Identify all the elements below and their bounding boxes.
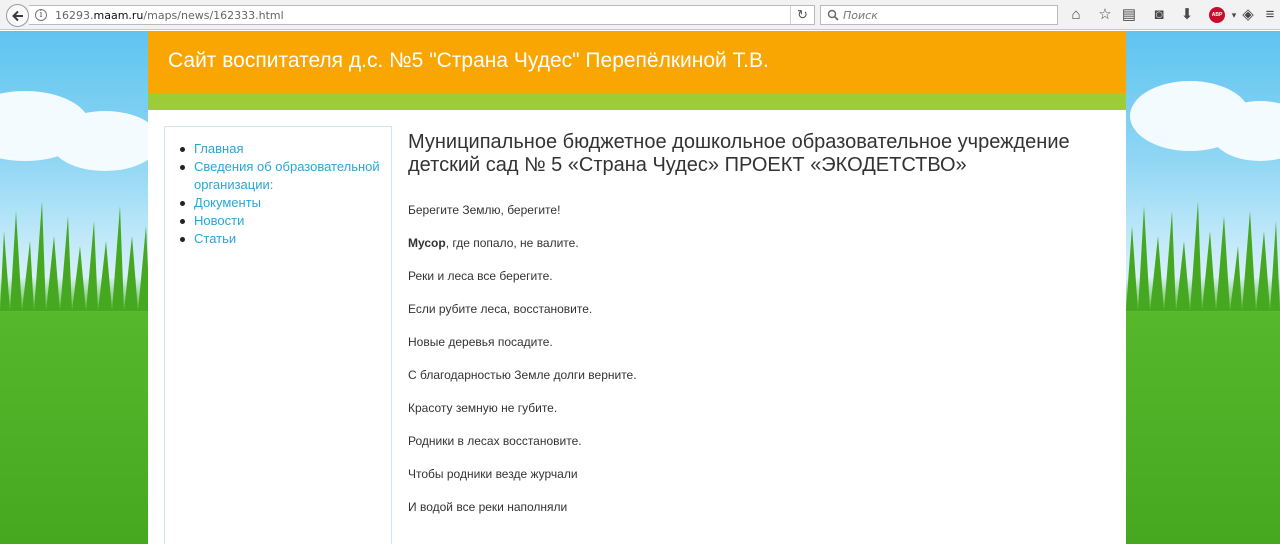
- poem-line: Реки и леса все берегите.: [408, 269, 553, 283]
- poem-line: И водой все реки наполняли: [408, 500, 568, 514]
- home-icon[interactable]: ⌂: [1067, 6, 1085, 24]
- sync-icon[interactable]: ◈: [1239, 6, 1257, 24]
- sidebar-link-documents[interactable]: Документы: [194, 195, 261, 210]
- download-icon[interactable]: ⬇: [1178, 6, 1196, 24]
- sidebar-item-documents: Документы: [179, 194, 391, 212]
- adblock-icon[interactable]: ABP: [1209, 7, 1225, 23]
- reload-icon[interactable]: ↻: [790, 6, 814, 24]
- sidebar-link-articles[interactable]: Статьи: [194, 231, 236, 246]
- article-heading: Муниципальное бюджетное дошкольное образ…: [408, 131, 1070, 176]
- site-title[interactable]: Сайт воспитателя д.с. №5 "Страна Чудес" …: [168, 49, 769, 73]
- grass-left: [0, 201, 150, 311]
- sidebar-item-news: Новости: [179, 212, 391, 230]
- poem-line: Новые деревья посадите.: [408, 335, 553, 349]
- sidebar-item-home: Главная: [179, 140, 391, 158]
- search-placeholder: Поиск: [843, 9, 878, 22]
- site-container: Сайт воспитателя д.с. №5 "Страна Чудес" …: [148, 31, 1126, 544]
- sidebar-item-articles: Статьи: [179, 230, 391, 248]
- back-button[interactable]: [6, 4, 29, 27]
- header-band: [148, 94, 1126, 110]
- poem-line-rest: , где попало, не валите.: [445, 236, 579, 250]
- sidebar-item-organization: Сведения об образовательной организации:: [179, 158, 391, 194]
- grass-right: [1126, 201, 1280, 311]
- url-text: 16293.maam.ru/maps/news/162333.html: [55, 9, 284, 22]
- sidebar-link-home[interactable]: Главная: [194, 141, 243, 156]
- sidebar-nav: Главная Сведения об образовательной орга…: [164, 126, 392, 544]
- reader-list-icon[interactable]: ▤: [1120, 6, 1138, 24]
- poem-line: Родники в лесах восстановите.: [408, 434, 582, 448]
- search-bar[interactable]: Поиск: [820, 5, 1058, 25]
- poem-line: С благодарностью Земле долги верните.: [408, 368, 637, 382]
- cloud-shape: [50, 111, 160, 171]
- poem-line: Чтобы родники везде журчали: [408, 467, 578, 481]
- url-bar[interactable]: i 16293.maam.ru/maps/news/162333.html ↻: [29, 5, 815, 25]
- site-header: Сайт воспитателя д.с. №5 "Страна Чудес" …: [148, 31, 1126, 94]
- poem-line-bold: Мусор: [408, 236, 446, 250]
- poem-line: Мусор, где попало, не валите.: [408, 236, 1098, 269]
- article-content: Муниципальное бюджетное дошкольное образ…: [408, 131, 1098, 533]
- info-icon[interactable]: i: [35, 9, 47, 21]
- search-icon: [827, 9, 839, 21]
- browser-toolbar: i 16293.maam.ru/maps/news/162333.html ↻ …: [0, 0, 1280, 30]
- back-arrow-icon: [12, 10, 23, 22]
- sidebar-link-organization[interactable]: Сведения об образовательной организации:: [194, 159, 380, 192]
- bookmark-star-icon[interactable]: ☆: [1096, 6, 1114, 24]
- poem: Берегите Землю, берегите! Мусор, где поп…: [408, 203, 1098, 533]
- menu-icon[interactable]: ≡: [1261, 6, 1279, 24]
- sidebar-link-news[interactable]: Новости: [194, 213, 244, 228]
- poem-line: Берегите Землю, берегите!: [408, 203, 561, 217]
- poem-line: Если рубите леса, восстановите.: [408, 302, 593, 316]
- pocket-icon[interactable]: ◙: [1150, 6, 1168, 24]
- poem-line: Красоту земную не губите.: [408, 401, 558, 415]
